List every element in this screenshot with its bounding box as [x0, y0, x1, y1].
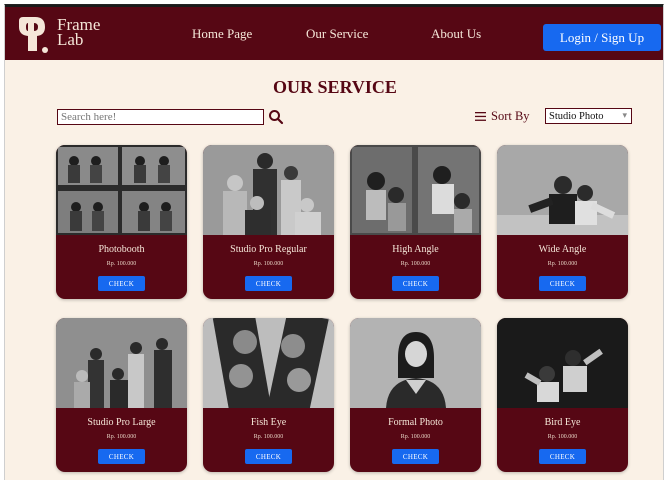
- service-price: Rp. 100.000: [253, 434, 284, 440]
- search-icon[interactable]: [268, 109, 284, 125]
- service-name: Studio Pro Large: [87, 417, 156, 428]
- sort-label: Sort By: [491, 108, 530, 123]
- service-name: High Angle: [392, 244, 439, 255]
- high-angle-image: [350, 145, 481, 235]
- service-price: Rp. 100.000: [253, 261, 284, 267]
- check-button[interactable]: CHECK: [98, 276, 145, 291]
- large-group-image: [56, 318, 187, 408]
- page-frame: Frame Lab Home Page Our Service About Us…: [4, 4, 664, 480]
- service-price: Rp. 100.000: [106, 434, 137, 440]
- service-name: Fish Eye: [250, 417, 287, 428]
- brand-name-line2: Lab: [57, 30, 84, 49]
- wide-angle-image: [497, 145, 628, 235]
- sort-select[interactable]: Studio Photo ▾: [545, 108, 632, 124]
- check-button[interactable]: CHECK: [539, 449, 586, 464]
- check-button[interactable]: CHECK: [245, 449, 292, 464]
- photobooth-strip-image: [56, 145, 187, 235]
- nav-home-page[interactable]: Home Page: [192, 26, 252, 42]
- sort-control: Sort By: [475, 106, 530, 126]
- top-navbar: Frame Lab Home Page Our Service About Us…: [5, 5, 663, 60]
- check-button[interactable]: CHECK: [392, 276, 439, 291]
- check-button[interactable]: CHECK: [245, 276, 292, 291]
- sort-selected-value: Studio Photo: [549, 110, 604, 122]
- service-name: Wide Angle: [538, 244, 587, 255]
- service-card-formal-photo[interactable]: Formal Photo Rp. 100.000 CHECK: [350, 318, 481, 472]
- service-card-photobooth[interactable]: Photobooth Rp. 100.000 CHECK: [56, 145, 187, 299]
- service-price: Rp. 100.000: [400, 434, 431, 440]
- brand-logo[interactable]: Frame Lab: [15, 13, 115, 57]
- sort-menu-icon: [475, 111, 486, 121]
- service-card-bird-eye[interactable]: Bird Eye Rp. 100.000 CHECK: [497, 318, 628, 472]
- service-price: Rp. 100.000: [106, 261, 137, 267]
- service-card-studio-pro-large[interactable]: Studio Pro Large Rp. 100.000 CHECK: [56, 318, 187, 472]
- check-button[interactable]: CHECK: [539, 276, 586, 291]
- service-card-fish-eye[interactable]: Fish Eye Rp. 100.000 CHECK: [203, 318, 334, 472]
- service-name: Bird Eye: [544, 417, 581, 428]
- service-card-studio-pro-regular[interactable]: Studio Pro Regular Rp. 100.000 CHECK: [203, 145, 334, 299]
- family-portrait-image: [203, 145, 334, 235]
- bird-eye-image: [497, 318, 628, 408]
- formal-portrait-image: [350, 318, 481, 408]
- service-card-high-angle[interactable]: High Angle Rp. 100.000 CHECK: [350, 145, 481, 299]
- login-signup-button[interactable]: Login / Sign Up: [543, 24, 661, 51]
- check-button[interactable]: CHECK: [392, 449, 439, 464]
- service-name: Photobooth: [98, 244, 145, 255]
- check-button[interactable]: CHECK: [98, 449, 145, 464]
- service-card-wide-angle[interactable]: Wide Angle Rp. 100.000 CHECK: [497, 145, 628, 299]
- chevron-down-icon: ▾: [622, 110, 627, 120]
- fish-eye-image: [203, 318, 334, 408]
- frame-lab-logo-icon: [19, 17, 48, 53]
- service-price: Rp. 100.000: [547, 434, 578, 440]
- nav-our-service[interactable]: Our Service: [306, 26, 368, 42]
- service-name: Studio Pro Regular: [230, 244, 307, 255]
- service-price: Rp. 100.000: [547, 261, 578, 267]
- page-title: OUR SERVICE: [273, 77, 397, 97]
- search-input[interactable]: [57, 109, 264, 125]
- brand-name: Frame Lab: [57, 16, 100, 49]
- nav-about-us[interactable]: About Us: [431, 26, 481, 42]
- service-price: Rp. 100.000: [400, 261, 431, 267]
- service-name: Formal Photo: [388, 417, 443, 428]
